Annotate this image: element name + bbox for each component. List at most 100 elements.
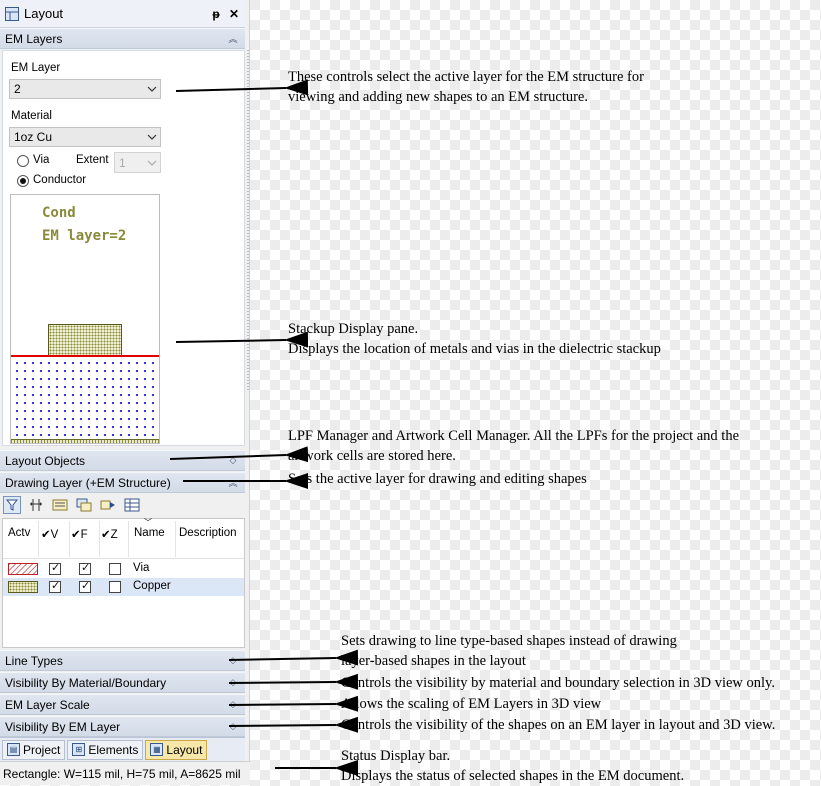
sort-chevron-icon: ﹀ [144, 518, 152, 527]
annotation-line: layer-based shapes in the layout [341, 653, 526, 669]
em-layers-body: EM Layer 2 Material 1oz Cu Via Extent 1 … [2, 50, 245, 446]
col-header-f[interactable]: ✔F [71, 527, 88, 541]
layer-copy-icon[interactable] [75, 496, 93, 514]
extent-select[interactable]: 1 [114, 152, 161, 173]
extent-label: Extent [76, 154, 109, 166]
section-label: Visibility By Material/Boundary [5, 675, 167, 690]
pin-icon[interactable]: ᵽ [209, 7, 223, 21]
filter-icon[interactable] [3, 496, 21, 514]
layer-grid-icon[interactable] [123, 496, 141, 514]
annotation-em-layer-scale: Allows the scaling of EM Layers in 3D vi… [341, 694, 601, 714]
col-header-description[interactable]: Description [179, 527, 237, 539]
annotation-line: LPF Manager and Artwork Cell Manager. Al… [288, 428, 740, 444]
check-icon: ✔ [71, 529, 81, 541]
columns-icon[interactable] [27, 496, 45, 514]
frozen-checkbox[interactable] [79, 579, 91, 593]
frozen-checkbox[interactable] [79, 561, 91, 575]
copper-pattern-swatch [8, 581, 38, 593]
section-label: EM Layer Scale [5, 697, 90, 712]
annotation-line-types: Sets drawing to line type-based shapes i… [341, 631, 677, 671]
column-divider [38, 521, 39, 557]
annotation-drawing-layer: Sets the active layer for drawing and ed… [288, 469, 587, 489]
layer-move-icon[interactable] [99, 496, 117, 514]
table-row[interactable]: Copper [3, 578, 244, 596]
annotation-line: Controls the visibility of the shapes on… [341, 717, 776, 733]
section-visibility-material[interactable]: Visibility By Material/Boundary ◇ [0, 672, 245, 693]
section-visibility-em-layer[interactable]: Visibility By EM Layer ◇ [0, 716, 245, 737]
col-header-name[interactable]: Name [134, 527, 165, 539]
conductor-radio[interactable] [17, 175, 29, 187]
section-drawing-layer[interactable]: Drawing Layer (+EM Structure) ︽ [0, 472, 245, 493]
section-em-layer-scale[interactable]: EM Layer Scale ◇ [0, 694, 245, 715]
layer-props-icon[interactable] [51, 496, 69, 514]
layout-panel: Layout ᵽ ✕ EM Layers ︽ EM Layer 2 Materi… [0, 0, 250, 785]
annotation-visibility-em-layer: Controls the visibility of the shapes on… [341, 715, 775, 735]
drawing-layer-grid: Actv ✔V ✔F ✔Z Name ﹀ Description Via Cop [2, 518, 245, 648]
col-header-actv[interactable]: Actv [8, 527, 30, 539]
z-checkbox[interactable] [109, 581, 121, 593]
annotation-line: These controls select the active layer f… [288, 69, 644, 85]
expand-chevron-icon[interactable]: ◇ [226, 721, 240, 732]
expand-chevron-icon[interactable]: ◇ [226, 655, 240, 666]
tab-label: Layout [166, 742, 203, 757]
col-header-v-label: V [50, 529, 59, 541]
material-select[interactable]: 1oz Cu [9, 127, 161, 147]
annotation-line: Controls the visibility by material and … [341, 675, 775, 691]
tab-project[interactable]: ▤ Project [2, 739, 66, 760]
visible-checkbox[interactable] [49, 579, 61, 593]
expand-chevron-icon[interactable]: ◇ [226, 455, 240, 466]
annotation-line: Sets the active layer for drawing and ed… [288, 471, 587, 487]
stackup-cond-text: Cond [42, 205, 76, 221]
panel-title: Layout [24, 6, 64, 21]
close-icon[interactable]: ✕ [227, 7, 241, 21]
layout-icon [4, 6, 20, 22]
z-checkbox[interactable] [109, 563, 121, 575]
column-divider [175, 521, 176, 557]
chevron-down-icon [144, 128, 160, 146]
em-layer-value: 2 [14, 82, 21, 96]
chevron-down-icon [144, 153, 160, 172]
check-icon: ✔ [41, 529, 51, 541]
panel-tabs: ▤ Project ⊞ Elements ▦ Layout [0, 737, 245, 761]
tab-layout[interactable]: ▦ Layout [145, 739, 208, 760]
section-em-layers[interactable]: EM Layers ︽ [0, 28, 245, 49]
section-label: Drawing Layer (+EM Structure) [5, 475, 171, 490]
col-header-v[interactable]: ✔V [41, 527, 58, 541]
collapse-chevron-icon[interactable]: ︽ [226, 476, 240, 489]
annotation-line: Allows the scaling of EM Layers in 3D vi… [341, 696, 602, 712]
stackup-ground-plane [11, 439, 159, 443]
section-label: Layout Objects [5, 453, 86, 468]
stackup-layer-text: EM layer=2 [42, 228, 127, 244]
material-label: Material [11, 110, 52, 122]
section-line-types[interactable]: Line Types ◇ [0, 650, 245, 671]
layout-icon: ▦ [150, 743, 164, 756]
annotation-status-bar: Status Display bar. Displays the status … [341, 746, 684, 786]
tab-label: Project [23, 742, 61, 757]
section-label: Line Types [5, 653, 63, 668]
em-layer-select[interactable]: 2 [9, 79, 161, 99]
annotation-layout-objects: LPF Manager and Artwork Cell Manager. Al… [288, 426, 739, 466]
panel-title-bar: Layout ᵽ ✕ [0, 0, 245, 28]
collapse-chevron-icon[interactable]: ︽ [226, 32, 240, 45]
tab-elements[interactable]: ⊞ Elements [67, 739, 144, 760]
annotation-line: Displays the status of selected shapes i… [341, 768, 685, 784]
col-header-f-label: F [80, 529, 88, 541]
stackup-display-pane: Cond EM layer=2 [10, 194, 160, 444]
em-layers-scrollbar[interactable] [247, 50, 249, 390]
annotation-line: Stackup Display pane. [288, 321, 419, 337]
column-divider [69, 521, 70, 557]
column-divider [128, 521, 129, 557]
layer-name: Copper [133, 580, 171, 592]
via-radio[interactable] [17, 155, 29, 167]
stackup-dielectric [11, 357, 159, 439]
table-row[interactable]: Via [3, 560, 244, 578]
section-label: EM Layers [5, 31, 63, 46]
annotation-line: Displays the location of metals and vias… [288, 341, 661, 357]
stackup-metal-shape [48, 324, 122, 357]
visible-checkbox[interactable] [49, 561, 61, 575]
annotation-em-layer-controls: These controls select the active layer f… [288, 67, 644, 107]
section-layout-objects[interactable]: Layout Objects ◇ [0, 450, 245, 471]
col-header-z[interactable]: ✔Z [101, 527, 118, 541]
expand-chevron-icon[interactable]: ◇ [226, 699, 240, 710]
expand-chevron-icon[interactable]: ◇ [226, 677, 240, 688]
